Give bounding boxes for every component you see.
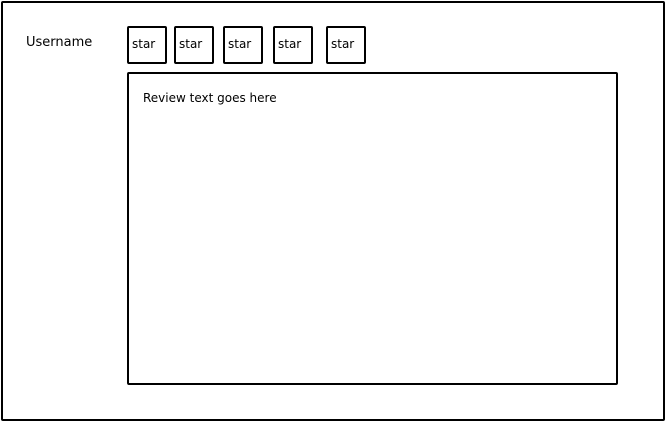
rating-star-1[interactable]: star: [127, 26, 167, 64]
rating-star-label: star: [132, 37, 156, 51]
review-textarea[interactable]: Review text goes here: [127, 72, 618, 385]
rating-star-2[interactable]: star: [174, 26, 214, 64]
rating-star-4[interactable]: star: [273, 26, 313, 64]
rating-star-5[interactable]: star: [326, 26, 366, 64]
rating-star-label: star: [278, 37, 302, 51]
rating-star-label: star: [179, 37, 203, 51]
rating-star-label: star: [228, 37, 252, 51]
rating-star-3[interactable]: star: [223, 26, 263, 64]
username-label: Username: [26, 35, 93, 50]
review-text: Review text goes here: [143, 91, 277, 105]
rating-star-label: star: [331, 37, 355, 51]
